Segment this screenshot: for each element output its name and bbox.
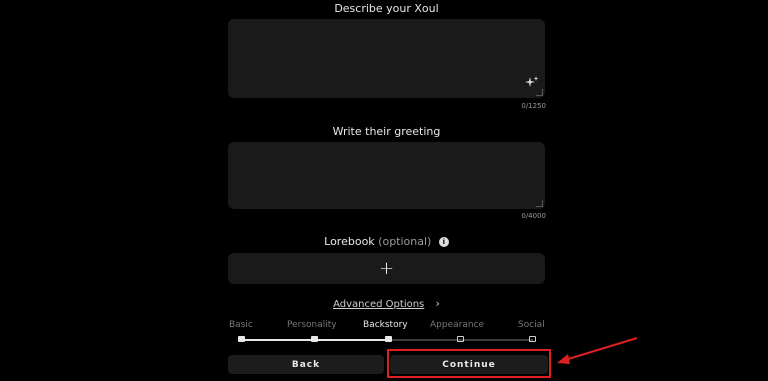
greeting-label: Write their greeting [332,125,441,138]
step-personality[interactable]: Personality [287,320,337,330]
describe-label: Describe your Xoul [334,2,439,15]
step-basic[interactable]: Basic [229,320,253,330]
step-node-social [529,336,536,342]
step-backstory[interactable]: Backstory [363,320,408,330]
progress-stepper: Basic Personality Backstory Appearance S… [228,320,548,344]
greeting-textarea[interactable] [228,142,545,209]
lorebook-optional: (optional) [378,235,432,248]
info-icon[interactable]: i [438,237,449,247]
sparkle-icon[interactable] [525,76,539,90]
step-node-backstory [385,336,392,342]
annotation-arrow-icon [557,337,638,364]
step-node-personality [311,336,318,342]
continue-button[interactable]: Continue [390,355,548,374]
back-button[interactable]: Back [228,355,384,374]
step-social[interactable]: Social [518,320,545,330]
chevron-right-icon: › [435,297,440,310]
step-appearance[interactable]: Appearance [430,320,484,330]
greeting-counter: 0/4000 [521,212,546,220]
advanced-options-link[interactable]: Advanced Options [333,299,424,310]
lorebook-title: Lorebook [324,235,375,248]
step-node-basic [238,336,245,342]
plus-icon: + [378,257,395,279]
advanced-options[interactable]: Advanced Options › [228,297,545,310]
describe-textarea[interactable] [228,19,545,98]
describe-counter: 0/1250 [521,102,546,110]
resize-handle[interactable] [536,200,543,207]
add-lorebook-button[interactable]: + [228,253,545,284]
step-node-appearance [457,336,464,342]
resize-handle[interactable] [536,89,543,96]
xoul-creation-page: Describe your Xoul 0/1250 Write their gr… [0,0,768,381]
lorebook-label: Lorebook (optional) i [228,235,545,248]
